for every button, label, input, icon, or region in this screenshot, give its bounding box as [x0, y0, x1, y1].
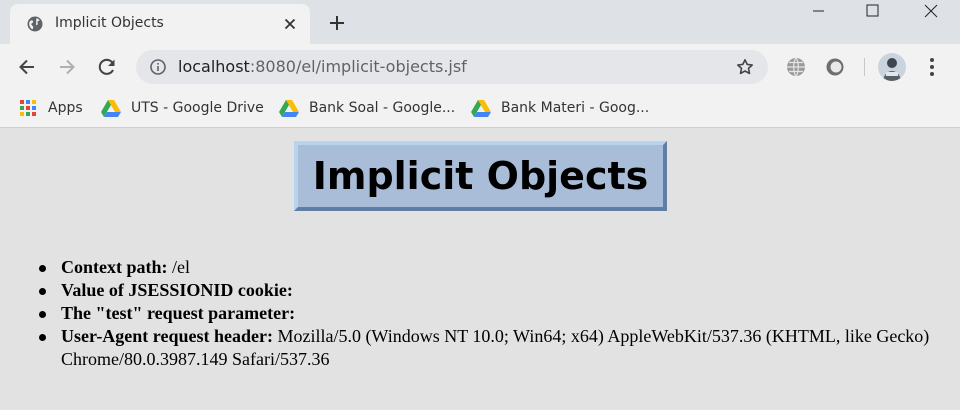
list-item-user-agent: User-Agent request header: Mozilla/5.0 (… [39, 325, 941, 371]
url-host: localhost [178, 57, 250, 76]
google-drive-icon [471, 100, 491, 117]
browser-tab[interactable]: Implicit Objects [10, 4, 310, 44]
close-tab-icon[interactable] [282, 16, 298, 32]
item-label: The "test" request parameter: [61, 303, 296, 323]
tab-strip: Implicit Objects [0, 0, 960, 44]
bookmark-label: UTS - Google Drive [131, 100, 264, 116]
item-value: /el [167, 257, 190, 277]
heading-box: Implicit Objects [294, 141, 667, 211]
item-label: Context path: [61, 257, 168, 277]
google-drive-icon [101, 100, 121, 117]
google-drive-icon [279, 100, 299, 117]
list-item-context-path: Context path: /el [39, 256, 941, 279]
url-text[interactable]: localhost:8080/el/implicit-objects.jsf [178, 57, 467, 76]
bookmarks-bar: Apps UTS - Google Drive Bank Soal - Goog… [0, 90, 960, 128]
item-label: User-Agent request header: [61, 326, 273, 346]
browser-toolbar: localhost:8080/el/implicit-objects.jsf [0, 44, 960, 90]
bookmark-label: Apps [48, 100, 83, 116]
profile-avatar[interactable] [878, 53, 906, 81]
toolbar-divider [864, 58, 865, 76]
page-heading: Implicit Objects [312, 154, 649, 198]
address-bar[interactable]: localhost:8080/el/implicit-objects.jsf [136, 50, 768, 84]
bookmark-apps[interactable]: Apps [18, 98, 83, 118]
list-item-test-param: The "test" request parameter: [39, 302, 941, 325]
minimize-icon[interactable] [796, 0, 842, 28]
globe-icon [27, 16, 43, 32]
extension-circle-icon[interactable] [824, 56, 846, 78]
bookmark-star-icon[interactable] [736, 58, 754, 76]
tab-title: Implicit Objects [55, 15, 164, 31]
url-path: :8080/el/implicit-objects.jsf [249, 57, 467, 76]
reload-icon[interactable] [96, 56, 118, 78]
page-content: Implicit Objects Context path: /el Value… [0, 129, 960, 410]
info-icon[interactable] [150, 59, 166, 75]
apps-grid-icon [20, 100, 36, 116]
new-tab-plus-icon[interactable] [326, 12, 348, 34]
bookmark-uts-drive[interactable]: UTS - Google Drive [101, 98, 264, 118]
bookmark-label: Bank Materi - Goog... [501, 100, 650, 116]
forward-arrow-icon[interactable] [56, 56, 78, 78]
item-label: Value of JSESSIONID cookie: [61, 280, 293, 300]
extension-globe-icon[interactable] [785, 56, 807, 78]
close-window-icon[interactable] [908, 0, 954, 28]
implicit-objects-list: Context path: /el Value of JSESSIONID co… [39, 256, 941, 371]
maximize-icon[interactable] [849, 0, 895, 28]
bookmark-bank-materi[interactable]: Bank Materi - Goog... [471, 98, 649, 118]
more-menu-icon[interactable] [922, 56, 942, 78]
bookmark-label: Bank Soal - Google... [309, 100, 456, 116]
back-arrow-icon[interactable] [16, 56, 38, 78]
bookmark-bank-soal[interactable]: Bank Soal - Google... [279, 98, 455, 118]
list-item-jsessionid: Value of JSESSIONID cookie: [39, 279, 941, 302]
